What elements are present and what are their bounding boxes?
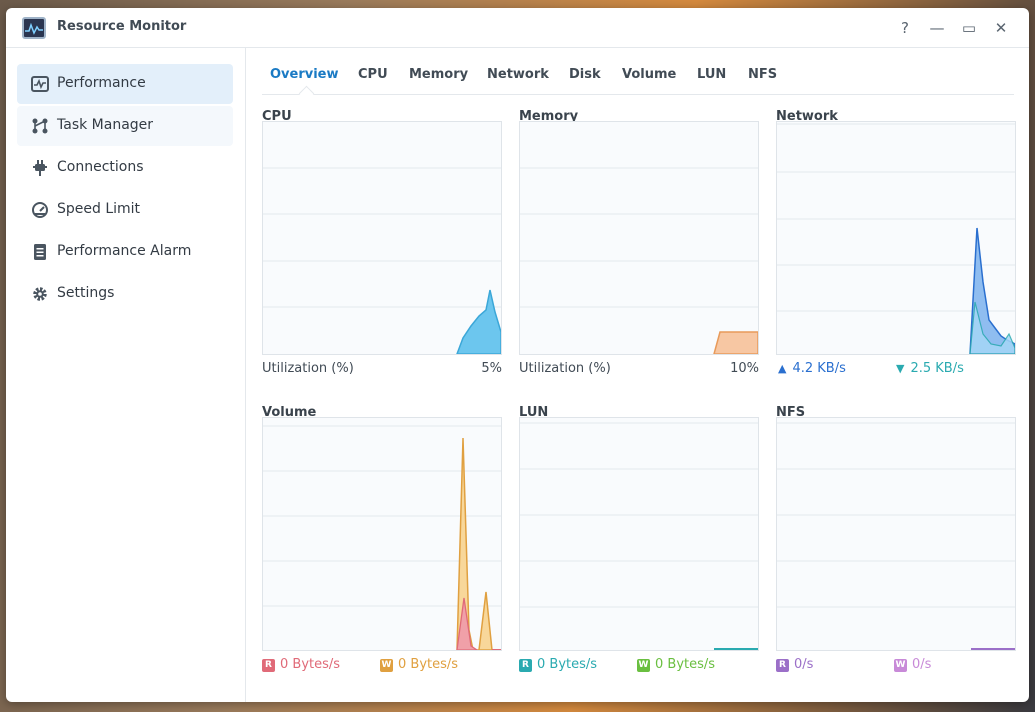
sidebar-item-connections[interactable]: Connections (17, 148, 233, 188)
resource-monitor-app-icon (22, 17, 46, 39)
sidebar-item-speed-limit[interactable]: Speed Limit (17, 190, 233, 230)
tab-overview[interactable]: Overview (270, 67, 339, 82)
sidebar-item-label: Task Manager (57, 117, 154, 133)
network-download-rate: ▼ 2.5 KB/s (896, 361, 964, 376)
tab-network[interactable]: Network (487, 67, 549, 82)
volume-chart-svg (263, 425, 501, 650)
volume-write-rate: W 0 Bytes/s (380, 657, 458, 672)
network-chart-svg (777, 123, 1015, 354)
lun-read-rate: R 0 Bytes/s (519, 657, 597, 672)
upload-arrow-icon: ▲ (778, 362, 787, 375)
tab-memory[interactable]: Memory (409, 67, 468, 82)
gauge-icon (32, 202, 48, 218)
memory-chart-svg (520, 167, 758, 354)
volume-chart (262, 417, 502, 651)
memory-area (713, 331, 758, 354)
help-button[interactable]: ? (895, 18, 915, 38)
lun-panel: LUN R0 Bytes/s W0 Bytes/s (519, 405, 759, 685)
network-panel: Network ▲ 4.2 KB/s ▼ 2.5 KB/s (776, 109, 1016, 389)
sidebar-item-label: Performance Alarm (57, 243, 192, 259)
nfs-chart (776, 417, 1016, 651)
nfs-write-rate: W 0/s (894, 657, 931, 672)
cpu-utilization-label: Utilization (%) (262, 361, 354, 376)
lun-write-rate: W 0 Bytes/s (637, 657, 715, 672)
network-upload-rate: ▲ 4.2 KB/s (778, 361, 846, 376)
cpu-chart (262, 121, 502, 355)
cpu-chart-svg (263, 167, 501, 354)
upload-value: 4.2 KB/s (792, 361, 846, 376)
sidebar-item-label: Speed Limit (57, 201, 141, 217)
write-badge: W (380, 659, 393, 672)
memory-chart (519, 121, 759, 355)
sidebar-item-settings[interactable]: Settings (17, 274, 233, 314)
read-badge: R (519, 659, 532, 672)
nfs-chart-svg (777, 422, 1015, 650)
tab-nfs[interactable]: NFS (748, 67, 777, 82)
alarm-icon (34, 244, 46, 260)
cpu-panel: CPU Utilization (%) 5% (262, 109, 502, 389)
sidebar-item-label: Settings (57, 285, 115, 301)
write-badge: W (894, 659, 907, 672)
memory-utilization-value: 10% (730, 361, 759, 376)
volume-read-rate: R 0 Bytes/s (262, 657, 340, 672)
window-title: Resource Monitor (57, 19, 187, 34)
tab-volume[interactable]: Volume (622, 67, 676, 82)
performance-icon (31, 76, 49, 92)
nfs-read-value: 0/s (794, 657, 814, 672)
maximize-button[interactable]: ▭ (959, 18, 979, 38)
tab-disk[interactable]: Disk (569, 67, 601, 82)
gear-icon (33, 287, 47, 301)
read-badge: R (262, 659, 275, 672)
lun-write-value: 0 Bytes/s (655, 657, 716, 672)
lun-chart-svg (520, 422, 758, 650)
sidebar-item-performance-alarm[interactable]: Performance Alarm (17, 232, 233, 272)
sidebar-item-performance[interactable]: Performance (17, 64, 233, 104)
nfs-panel: NFS R 0/s W 0/s (776, 405, 1016, 685)
memory-utilization-label: Utilization (%) (519, 361, 611, 376)
memory-panel: Memory Utilization (%) 10% (519, 109, 759, 389)
sidebar-item-label: Performance (57, 75, 146, 91)
tab-bar: Overview CPU Memory Network Disk Volume … (262, 48, 1014, 102)
close-button[interactable]: ✕ (991, 18, 1011, 38)
volume-write-value: 0 Bytes/s (398, 657, 459, 672)
title-bar: Resource Monitor ? — ▭ ✕ (6, 8, 1029, 48)
read-badge: R (776, 659, 789, 672)
lun-read-value: 0 Bytes/s (537, 657, 598, 672)
sidebar: Performance Task Manager Connections Spe… (6, 48, 246, 702)
sidebar-item-label: Connections (57, 159, 144, 175)
write-badge: W (637, 659, 650, 672)
lun-chart (519, 417, 759, 651)
resource-monitor-window: Resource Monitor ? — ▭ ✕ Performance Tas… (6, 8, 1029, 702)
network-chart (776, 121, 1016, 355)
cpu-area (456, 289, 501, 354)
tab-cpu[interactable]: CPU (358, 67, 388, 82)
cpu-utilization-value: 5% (481, 361, 502, 376)
download-value: 2.5 KB/s (910, 361, 964, 376)
volume-read-value: 0 Bytes/s (280, 657, 341, 672)
minimize-button[interactable]: — (927, 18, 947, 38)
tab-lun[interactable]: LUN (697, 67, 726, 82)
task-manager-icon (32, 118, 48, 134)
volume-panel: Volume R0 Bytes/s W0 Bytes/s (262, 405, 502, 685)
download-arrow-icon: ▼ (896, 362, 905, 375)
nfs-read-rate: R 0/s (776, 657, 813, 672)
active-tab-caret (298, 85, 315, 102)
nfs-write-value: 0/s (912, 657, 932, 672)
sidebar-item-task-manager[interactable]: Task Manager (17, 106, 233, 146)
plug-icon (33, 160, 47, 176)
